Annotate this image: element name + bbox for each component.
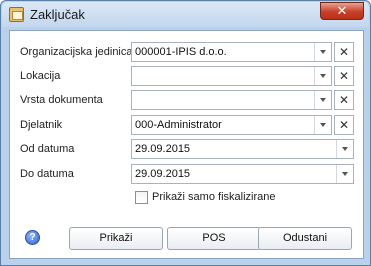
chevron-down-icon[interactable] — [336, 165, 353, 183]
org-unit-combobox[interactable]: 000001-IPIS d.o.o. — [131, 42, 332, 62]
app-icon — [9, 7, 24, 22]
chevron-down-icon[interactable] — [314, 43, 331, 61]
dialog-body: Organizacijska jedinica 000001-IPIS d.o.… — [9, 30, 364, 259]
location-combobox[interactable] — [131, 66, 332, 86]
doc-type-combobox[interactable] — [131, 90, 332, 110]
fiscalized-only-checkbox[interactable] — [135, 191, 148, 204]
cancel-button[interactable]: Odustani — [258, 227, 352, 250]
employee-combobox[interactable]: 000-Administrator — [131, 115, 332, 135]
org-unit-clear-icon[interactable]: ✕ — [334, 42, 354, 62]
date-to-picker[interactable]: 29.09.2015 — [131, 164, 354, 184]
location-clear-icon[interactable]: ✕ — [334, 66, 354, 86]
window-title: Zaključak — [30, 7, 85, 22]
date-from-value: 29.09.2015 — [135, 143, 191, 155]
pos-button[interactable]: POS — [167, 227, 261, 250]
date-from-label: Od datuma — [20, 143, 75, 155]
chevron-down-icon[interactable] — [314, 91, 331, 109]
chevron-down-icon[interactable] — [314, 116, 331, 134]
doc-type-clear-icon[interactable]: ✕ — [334, 90, 354, 110]
org-unit-value: 000001-IPIS d.o.o. — [135, 46, 227, 58]
chevron-down-icon[interactable] — [314, 67, 331, 85]
employee-label: Djelatnik — [20, 119, 63, 131]
close-icon[interactable]: ✕ — [320, 2, 364, 20]
fiscalized-only-label[interactable]: Prikaži samo fiskalizirane — [152, 190, 275, 204]
org-unit-label: Organizacijska jedinica — [20, 46, 133, 58]
help-icon[interactable]: ? — [25, 230, 40, 245]
date-from-picker[interactable]: 29.09.2015 — [131, 139, 354, 159]
title-bar: Zaključak — [2, 2, 369, 27]
date-to-value: 29.09.2015 — [135, 168, 191, 180]
show-button[interactable]: Prikaži — [69, 227, 163, 250]
employee-clear-icon[interactable]: ✕ — [334, 115, 354, 135]
dialog-window: Zaključak ✕ Organizacijska jedinica 0000… — [0, 0, 371, 266]
employee-value: 000-Administrator — [135, 119, 222, 131]
doc-type-label: Vrsta dokumenta — [20, 94, 103, 106]
location-label: Lokacija — [20, 70, 61, 82]
date-to-label: Do datuma — [20, 168, 74, 180]
chevron-down-icon[interactable] — [336, 140, 353, 158]
